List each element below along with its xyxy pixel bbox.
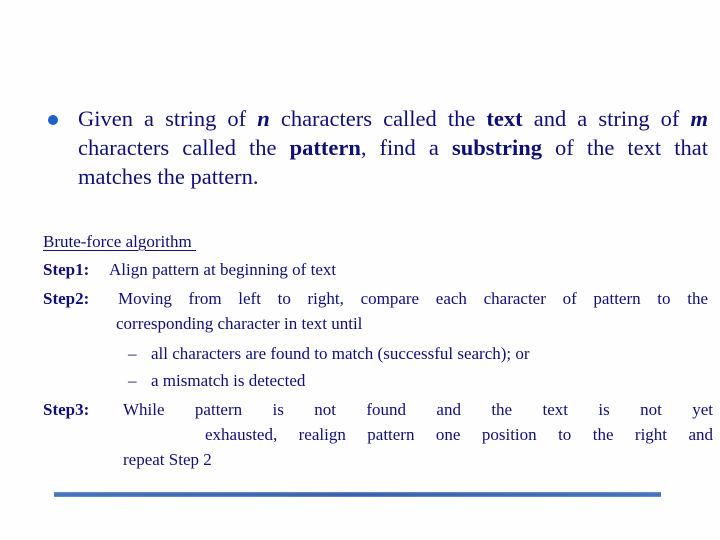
step2-line2: corresponding character in text until xyxy=(116,314,363,333)
term-substring: substring xyxy=(451,135,542,160)
algorithm-heading: Brute-force algorithm xyxy=(43,232,196,251)
step2-subitem: – all characters are found to match (succ… xyxy=(128,343,530,365)
step3-label: Step3: xyxy=(43,400,90,419)
slide: Given a string of n characters called th… xyxy=(0,0,720,540)
dash-bullet-icon: – xyxy=(128,371,137,390)
step3-line1: While pattern is not found and the text … xyxy=(123,400,713,419)
footer-divider-bar xyxy=(54,492,661,497)
step2-label: Step2: xyxy=(43,289,90,308)
step3-line3: repeat Step 2 xyxy=(123,450,212,469)
subitem-text: a mismatch is detected xyxy=(151,371,306,390)
step3-line2: exhausted, realign pattern one position … xyxy=(205,425,713,444)
step1-label: Step1: xyxy=(43,260,90,279)
step1-text: Align pattern at beginning of text xyxy=(109,260,337,279)
variable-n: n xyxy=(257,106,270,131)
dash-bullet-icon: – xyxy=(128,344,137,363)
term-text: text xyxy=(486,106,523,131)
text-segment: Given a string of xyxy=(78,106,258,131)
problem-statement-text: Given a string of n characters called th… xyxy=(78,104,708,191)
text-segment: characters called the xyxy=(269,106,487,131)
step2-subitem: – a mismatch is detected xyxy=(128,370,305,392)
variable-m: m xyxy=(690,106,708,131)
text-segment: characters called the xyxy=(78,135,290,160)
subitem-text: all characters are found to match (succe… xyxy=(151,344,530,363)
term-pattern: pattern xyxy=(289,135,361,160)
step2-line1: Moving from left to right, compare each … xyxy=(118,289,708,308)
bullet-dot-icon xyxy=(48,115,58,125)
text-segment: and a string of xyxy=(522,106,691,131)
text-segment: , find a xyxy=(360,135,452,160)
